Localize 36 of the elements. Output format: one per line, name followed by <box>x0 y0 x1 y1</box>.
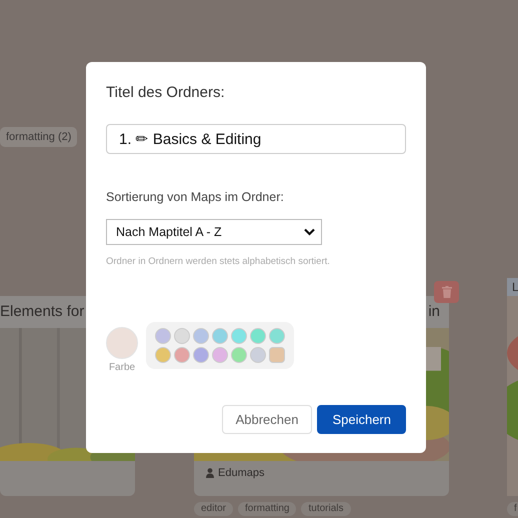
tag-chip[interactable]: f <box>507 502 518 516</box>
color-swatch[interactable] <box>250 347 266 363</box>
color-label: Farbe <box>108 362 136 373</box>
color-swatch[interactable] <box>212 347 228 363</box>
chevron-down-icon <box>304 228 315 236</box>
tag-chip[interactable]: editor <box>194 502 234 516</box>
user-icon <box>206 468 214 478</box>
sort-select[interactable]: Nach Maptitel A - Z <box>106 219 322 245</box>
color-swatch[interactable] <box>193 347 209 363</box>
color-swatch[interactable] <box>155 347 171 363</box>
color-swatch[interactable] <box>269 328 285 344</box>
trash-icon <box>442 286 452 298</box>
tag-chip[interactable]: formatting <box>238 502 296 516</box>
color-swatch[interactable] <box>269 347 285 363</box>
card-title: L <box>512 280 518 294</box>
color-swatch[interactable] <box>155 328 171 344</box>
title-input[interactable]: 1. ✏ Basics & Editing <box>106 124 406 154</box>
delete-button[interactable] <box>434 281 459 303</box>
sort-hint: Ordner in Ordnern werden stets alphabetisch sortiert. <box>106 256 331 267</box>
color-swatch[interactable] <box>174 347 190 363</box>
color-swatch[interactable] <box>174 328 190 344</box>
card-title: Elements for <box>0 303 84 320</box>
color-swatch[interactable] <box>212 328 228 344</box>
sort-label: Sortierung von Maps im Ordner: <box>106 190 285 204</box>
author-name[interactable]: Edumaps <box>218 466 264 478</box>
save-button[interactable]: Speichern <box>317 405 406 434</box>
cancel-button[interactable]: Abbrechen <box>222 405 312 434</box>
tag-filter-chip[interactable]: formatting (2) <box>0 127 78 147</box>
card-title: in <box>428 303 440 320</box>
color-swatch[interactable] <box>250 328 266 344</box>
color-swatch[interactable] <box>231 328 247 344</box>
dialog-label: Titel des Ordners: <box>106 84 226 101</box>
color-swatch[interactable] <box>231 347 247 363</box>
color-swatch[interactable] <box>193 328 209 344</box>
color-preview[interactable] <box>106 327 138 359</box>
tag-chip[interactable]: tutorials <box>301 502 350 516</box>
